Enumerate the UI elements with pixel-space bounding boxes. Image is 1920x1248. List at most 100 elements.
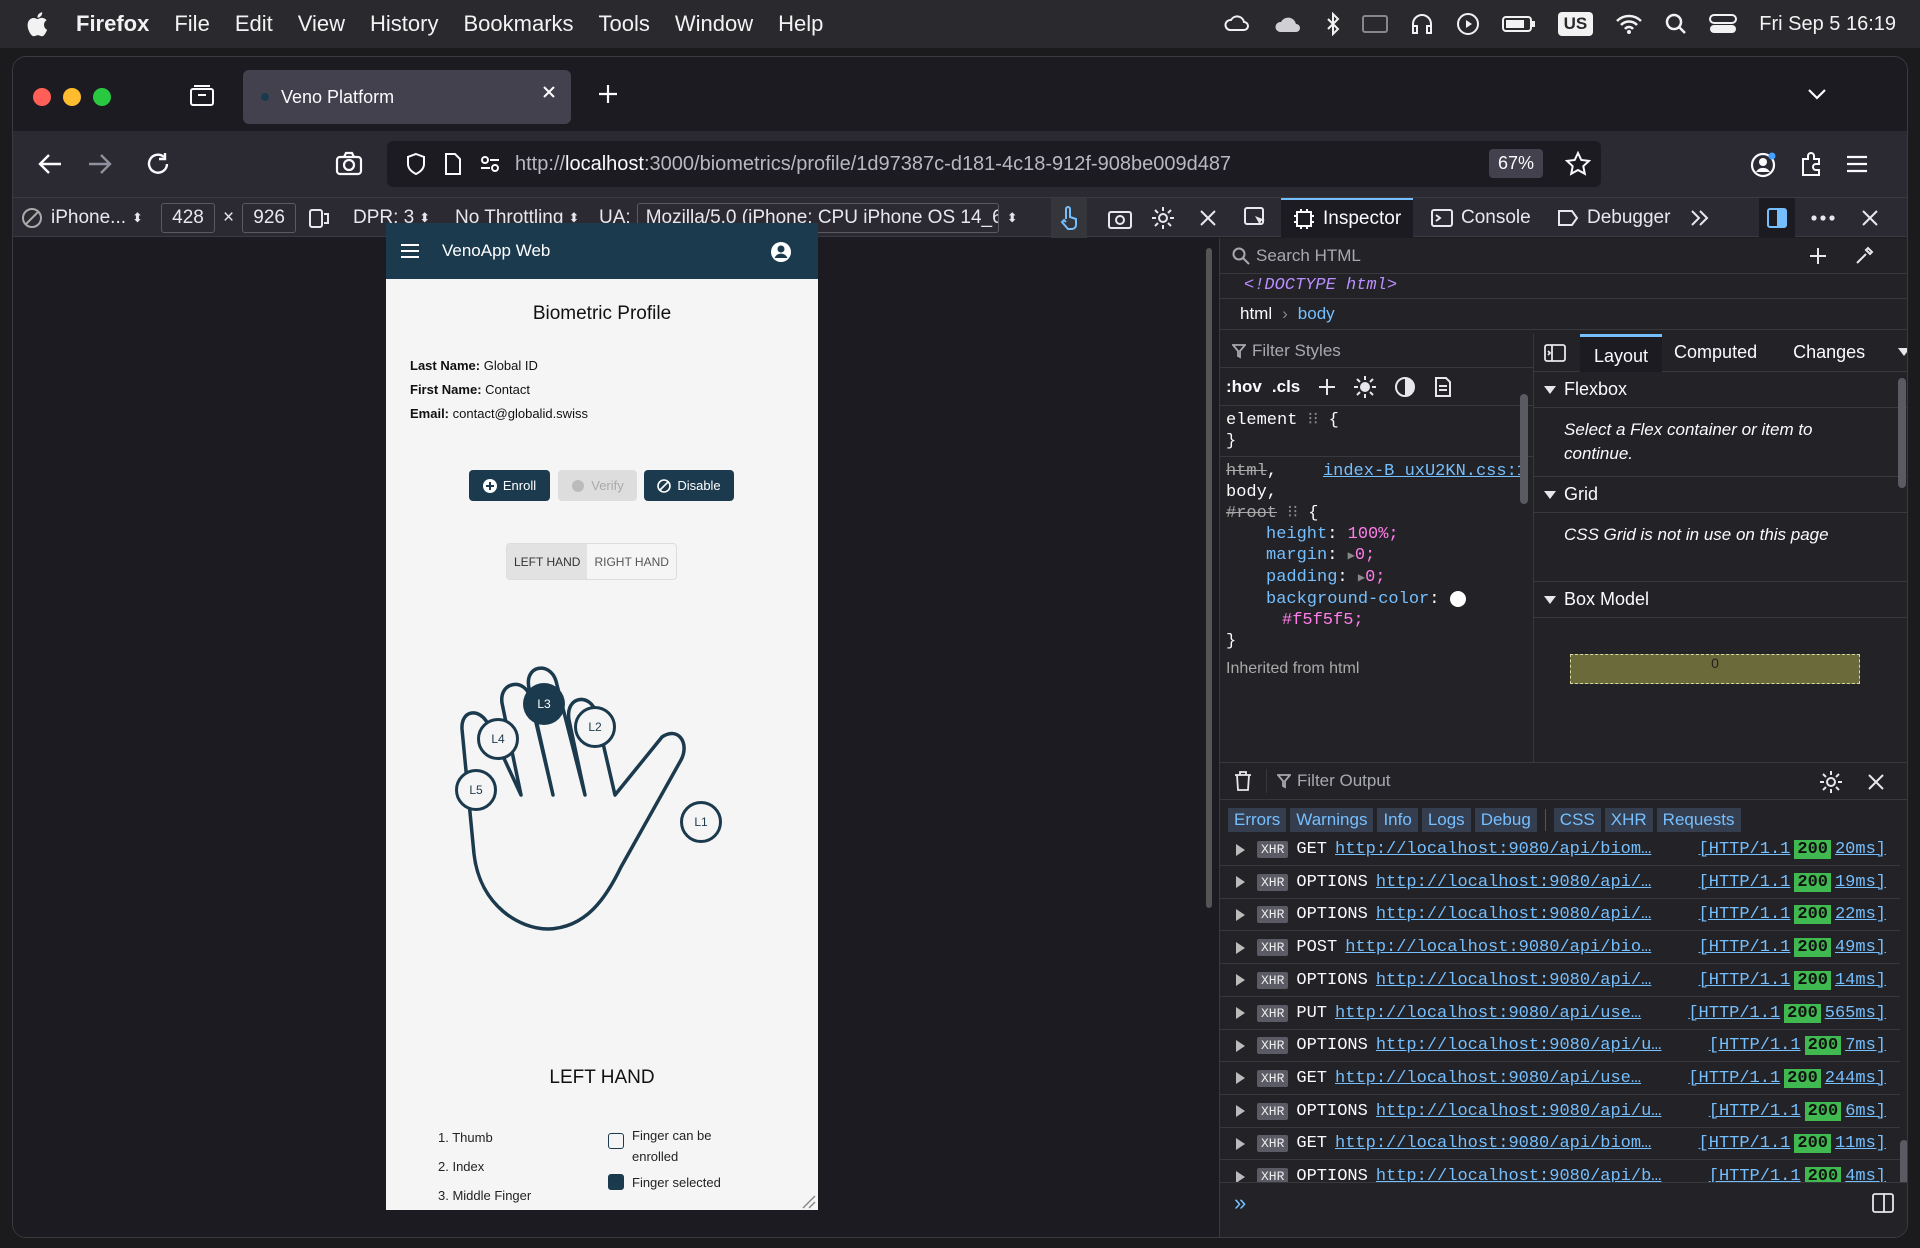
console-log-row[interactable]: XHR OPTIONS http://localhost:9080/api/… [HT…	[1220, 899, 1900, 932]
control-center-icon[interactable]	[1709, 13, 1738, 35]
request-time[interactable]: 4ms]	[1845, 1167, 1886, 1182]
filter-styles-bar[interactable]: Filter Styles	[1220, 334, 1533, 368]
display-icon[interactable]	[1361, 14, 1388, 34]
expand-triangle-icon[interactable]	[1236, 1007, 1245, 1019]
close-window-button[interactable]	[33, 88, 51, 106]
verify-button[interactable]: Verify	[558, 470, 637, 501]
editor-mode-icon[interactable]	[1872, 1193, 1894, 1213]
keyboard-layout-badge[interactable]: US	[1557, 12, 1594, 36]
enroll-button[interactable]: Enroll	[469, 470, 550, 501]
element-picker-icon[interactable]	[1243, 198, 1269, 238]
eyedropper-icon[interactable]	[1854, 246, 1874, 266]
request-url[interactable]: http://localhost:9080/api/…	[1376, 971, 1689, 990]
right-hand-toggle[interactable]: RIGHT HAND	[587, 544, 675, 579]
bluetooth-icon[interactable]	[1326, 12, 1340, 36]
console-log-row[interactable]: XHR OPTIONS http://localhost:9080/api/u… [H…	[1220, 1096, 1900, 1128]
request-time[interactable]: 7ms]	[1845, 1036, 1886, 1055]
console-log-row[interactable]: XHR GET http://localhost:9080/api/biom… [HT…	[1220, 840, 1900, 866]
play-icon[interactable]	[1456, 12, 1480, 36]
weather-icon[interactable]	[1224, 12, 1252, 36]
request-url[interactable]: http://localhost:9080/api/biom…	[1335, 840, 1689, 859]
cloud-icon[interactable]	[1274, 13, 1304, 35]
request-url[interactable]: http://localhost:9080/api/…	[1376, 873, 1689, 892]
close-console-icon[interactable]	[1868, 774, 1884, 790]
screenshot-camera-icon[interactable]	[335, 151, 363, 177]
console-scrollbar[interactable]	[1900, 1140, 1907, 1182]
devtools-options-icon[interactable]	[1811, 198, 1835, 238]
request-time[interactable]: 244ms]	[1825, 1069, 1886, 1088]
request-url[interactable]: http://localhost:9080/api/u…	[1376, 1036, 1699, 1055]
request-time[interactable]: 6ms]	[1845, 1102, 1886, 1121]
devtools-tab-console[interactable]: Console	[1431, 198, 1531, 238]
expand-triangle-icon[interactable]	[1236, 1170, 1245, 1182]
reload-icon[interactable]	[145, 151, 171, 177]
resize-handle-icon[interactable]	[800, 1193, 816, 1209]
device-selector[interactable]: iPhone... ⬍	[21, 198, 143, 238]
request-time[interactable]: 565ms]	[1825, 1004, 1886, 1023]
request-time[interactable]: 11ms]	[1835, 1134, 1886, 1153]
menu-view[interactable]: View	[298, 11, 345, 37]
list-all-tabs-chevron-icon[interactable]	[1807, 87, 1827, 101]
dock-side-icon[interactable]	[1759, 198, 1795, 238]
console-settings-gear-icon[interactable]	[1820, 771, 1842, 793]
console-log-row[interactable]: XHR POST http://localhost:9080/api/bio… [HT…	[1220, 932, 1900, 965]
stylesheet-link[interactable]: index-B_uxU2KN.css:1	[1323, 461, 1527, 482]
request-url[interactable]: http://localhost:9080/api/u…	[1376, 1102, 1699, 1121]
devtools-tab-inspector[interactable]: Inspector	[1281, 198, 1414, 238]
console-log-row[interactable]: XHR GET http://localhost:9080/api/biom… [HT…	[1220, 1128, 1900, 1161]
color-swatch[interactable]	[1449, 590, 1466, 607]
more-tabs-dropdown-icon[interactable]	[1898, 348, 1907, 356]
battery-icon[interactable]	[1501, 14, 1536, 34]
apple-icon[interactable]	[26, 11, 48, 37]
menu-window[interactable]: Window	[675, 11, 753, 37]
doctype-node[interactable]: <!DOCTYPE html>	[1244, 276, 1397, 295]
filter-css[interactable]: CSS	[1553, 808, 1601, 832]
request-protocol[interactable]: [HTTP/1.1	[1709, 1167, 1801, 1182]
maximize-window-button[interactable]	[93, 88, 111, 106]
request-protocol[interactable]: [HTTP/1.1	[1699, 938, 1791, 957]
hamburger-menu-icon[interactable]	[1845, 154, 1869, 174]
filter-styles-input[interactable]: Filter Styles	[1252, 341, 1341, 361]
filter-errors[interactable]: Errors	[1228, 808, 1287, 832]
finger-L2[interactable]: L2	[574, 706, 616, 748]
finger-L4[interactable]: L4	[477, 718, 519, 760]
rules-scrollbar[interactable]	[1520, 394, 1528, 504]
html-search-input[interactable]: Search HTML	[1256, 246, 1361, 266]
console-log-row[interactable]: XHR OPTIONS http://localhost:9080/api/… [HT…	[1220, 867, 1900, 899]
request-protocol[interactable]: [HTTP/1.1	[1699, 905, 1791, 924]
finger-L3-selected[interactable]: L3	[523, 683, 565, 725]
back-arrow-icon[interactable]	[37, 152, 63, 176]
css-declaration-padding[interactable]: padding: ▶0;	[1226, 567, 1527, 589]
element-rule[interactable]: element ⁝⁝ {	[1226, 410, 1527, 431]
trash-icon[interactable]	[1234, 771, 1252, 791]
screenshot-icon[interactable]	[1107, 198, 1133, 238]
request-protocol[interactable]: [HTTP/1.1	[1699, 971, 1791, 990]
menu-history[interactable]: History	[370, 11, 438, 37]
request-url[interactable]: http://localhost:9080/api/…	[1376, 905, 1689, 924]
wifi-icon[interactable]	[1615, 13, 1643, 35]
request-url[interactable]: http://localhost:9080/api/use…	[1335, 1069, 1678, 1088]
hov-toggle[interactable]: :hov	[1226, 377, 1262, 397]
menubar-app-name[interactable]: Firefox	[76, 11, 149, 37]
close-tab-icon[interactable]	[541, 84, 557, 100]
headphones-icon[interactable]	[1410, 12, 1434, 36]
expand-triangle-icon[interactable]	[1236, 1072, 1245, 1085]
print-media-icon[interactable]	[1434, 376, 1452, 398]
filter-requests[interactable]: Requests	[1656, 808, 1741, 832]
filter-logs[interactable]: Logs	[1421, 808, 1471, 832]
close-rdm-icon[interactable]	[1199, 198, 1217, 238]
console-log-row[interactable]: XHR GET http://localhost:9080/api/use… [HTT…	[1220, 1063, 1900, 1095]
request-time[interactable]: 49ms]	[1835, 938, 1886, 957]
bookmark-star-icon[interactable]	[1565, 151, 1591, 177]
request-protocol[interactable]: [HTTP/1.1	[1699, 873, 1791, 892]
forward-arrow-icon[interactable]	[87, 152, 113, 176]
viewport-scrollbar[interactable]	[1206, 248, 1212, 908]
request-protocol[interactable]: [HTTP/1.1	[1709, 1036, 1801, 1055]
request-url[interactable]: http://localhost:9080/api/biom…	[1335, 1134, 1689, 1153]
breadcrumb-body[interactable]: body	[1298, 304, 1335, 324]
menu-file[interactable]: File	[174, 11, 209, 37]
request-protocol[interactable]: [HTTP/1.1	[1699, 1134, 1791, 1153]
expand-triangle-icon[interactable]	[1236, 1137, 1245, 1150]
menu-tools[interactable]: Tools	[599, 11, 650, 37]
console-log-row[interactable]: XHR OPTIONS http://localhost:9080/api/b… [H…	[1220, 1161, 1900, 1182]
